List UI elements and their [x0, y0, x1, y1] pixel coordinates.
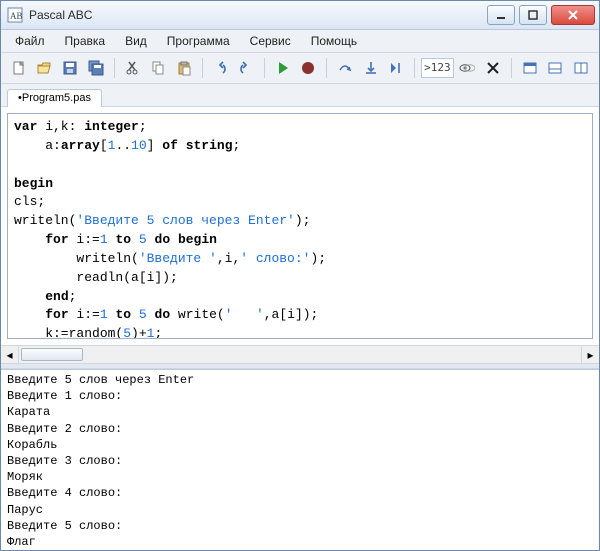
run-to-cursor-icon[interactable] — [384, 56, 408, 80]
editor-hscrollbar[interactable]: ◂ ▸ — [1, 345, 599, 363]
new-file-icon[interactable] — [7, 56, 31, 80]
window-console-icon[interactable] — [518, 56, 542, 80]
menu-view[interactable]: Вид — [117, 32, 155, 50]
window-buttons — [483, 5, 595, 25]
save-icon[interactable] — [58, 56, 82, 80]
scroll-left-icon[interactable]: ◂ — [1, 346, 19, 363]
toolbar: >123 — [1, 53, 599, 84]
redo-icon[interactable] — [234, 56, 258, 80]
run-icon[interactable] — [271, 56, 295, 80]
stop-icon[interactable] — [297, 56, 321, 80]
save-all-icon[interactable] — [84, 56, 108, 80]
scroll-thumb[interactable] — [21, 348, 83, 361]
step-into-icon[interactable] — [359, 56, 383, 80]
cut-icon[interactable] — [121, 56, 145, 80]
app-icon: AB — [7, 7, 23, 23]
tabstrip: •Program5.pas — [1, 84, 599, 107]
workspace: var i,k: integer; a:array[1..10] of stri… — [1, 107, 599, 550]
undo-icon[interactable] — [209, 56, 233, 80]
menu-program[interactable]: Программа — [159, 32, 238, 50]
copy-icon[interactable] — [146, 56, 170, 80]
titlebar: AB Pascal ABC — [1, 1, 599, 30]
watch-add-icon[interactable] — [456, 56, 480, 80]
paste-icon[interactable] — [172, 56, 196, 80]
close-button[interactable] — [551, 5, 595, 25]
scroll-right-icon[interactable]: ▸ — [581, 346, 599, 363]
maximize-button[interactable] — [519, 5, 547, 25]
breakpoint-clear-icon[interactable] — [481, 56, 505, 80]
code-editor[interactable]: var i,k: integer; a:array[1..10] of stri… — [7, 113, 593, 339]
app-window: AB Pascal ABC Файл Правка Вид Программа … — [0, 0, 600, 551]
window-title: Pascal ABC — [29, 8, 92, 22]
menu-service[interactable]: Сервис — [242, 32, 299, 50]
svg-text:AB: AB — [10, 11, 23, 21]
menu-help[interactable]: Помощь — [303, 32, 365, 50]
menu-edit[interactable]: Правка — [57, 32, 114, 50]
open-file-icon[interactable] — [33, 56, 57, 80]
window-output-icon[interactable] — [544, 56, 568, 80]
menu-file[interactable]: Файл — [7, 32, 53, 50]
output-console[interactable]: Введите 5 слов через Enter Введите 1 сло… — [1, 369, 599, 550]
window-watch-icon[interactable] — [569, 56, 593, 80]
variable-watch[interactable]: >123 — [421, 58, 454, 78]
tab-program5[interactable]: •Program5.pas — [7, 89, 102, 107]
step-over-icon[interactable] — [333, 56, 357, 80]
minimize-button[interactable] — [487, 5, 515, 25]
menubar: Файл Правка Вид Программа Сервис Помощь — [1, 30, 599, 53]
